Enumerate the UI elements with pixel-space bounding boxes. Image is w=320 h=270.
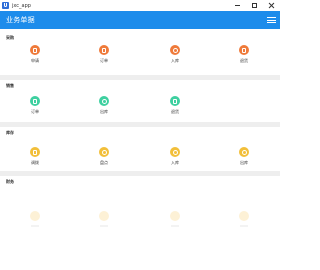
maximize-button[interactable] bbox=[246, 0, 263, 11]
item-label: 入库 bbox=[171, 160, 179, 165]
inventory-stock-in-item[interactable]: 入库 bbox=[160, 147, 190, 169]
item-label: 出库 bbox=[100, 109, 108, 114]
order-icon bbox=[30, 96, 40, 106]
app-logo-icon bbox=[2, 2, 9, 9]
inventory-count-item[interactable]: 盘点 bbox=[89, 147, 119, 169]
placeholder-label bbox=[31, 225, 39, 227]
sales-return-item[interactable]: 退货 bbox=[160, 96, 190, 118]
stock-in-icon bbox=[170, 147, 180, 157]
section-title-purchase: 采购 bbox=[6, 35, 14, 40]
finance-item-placeholder bbox=[89, 211, 119, 233]
purchase-return-item[interactable]: 退货 bbox=[229, 45, 259, 67]
section-inventory: 库存 调拨 盘点 入库 出库 bbox=[0, 127, 280, 171]
placeholder-icon bbox=[170, 211, 180, 221]
item-label: 订单 bbox=[31, 109, 39, 114]
section-title-inventory: 库存 bbox=[6, 130, 14, 135]
purchase-request-item[interactable]: 申请 bbox=[20, 45, 50, 67]
stock-out-icon bbox=[239, 147, 249, 157]
window-title: jxc_app bbox=[12, 2, 31, 9]
finance-item-placeholder bbox=[160, 211, 190, 233]
minimize-button[interactable] bbox=[229, 0, 246, 11]
stock-in-icon bbox=[170, 45, 180, 55]
purchase-stock-in-item[interactable]: 入库 bbox=[160, 45, 190, 67]
item-label: 入库 bbox=[171, 58, 179, 63]
order-icon bbox=[99, 45, 109, 55]
section-purchase: 采购 申请 订单 入库 退货 bbox=[0, 32, 280, 75]
inventory-stock-out-item[interactable]: 出库 bbox=[229, 147, 259, 169]
item-label: 退货 bbox=[240, 58, 248, 63]
placeholder-label bbox=[240, 225, 248, 227]
window-controls bbox=[229, 0, 280, 11]
item-label: 出库 bbox=[240, 160, 248, 165]
section-title-finance: 财务 bbox=[6, 179, 14, 184]
return-icon bbox=[239, 45, 249, 55]
section-finance: 财务 bbox=[0, 176, 280, 270]
sales-stock-out-item[interactable]: 出库 bbox=[89, 96, 119, 118]
page-title: 业务单据 bbox=[6, 16, 35, 24]
sales-order-item[interactable]: 订单 bbox=[20, 96, 50, 118]
item-label: 申请 bbox=[31, 58, 39, 63]
placeholder-icon bbox=[30, 211, 40, 221]
inventory-icon bbox=[99, 147, 109, 157]
purchase-order-item[interactable]: 订单 bbox=[89, 45, 119, 67]
close-button[interactable] bbox=[263, 0, 280, 11]
placeholder-icon bbox=[239, 211, 249, 221]
item-label: 退货 bbox=[171, 109, 179, 114]
cart-icon bbox=[30, 45, 40, 55]
return-icon bbox=[170, 96, 180, 106]
placeholder-label bbox=[100, 225, 108, 227]
placeholder-icon bbox=[99, 211, 109, 221]
finance-item-placeholder bbox=[20, 211, 50, 233]
item-label: 调拨 bbox=[31, 160, 39, 165]
item-label: 盘点 bbox=[100, 160, 108, 165]
inventory-transfer-item[interactable]: 调拨 bbox=[20, 147, 50, 169]
menu-icon[interactable] bbox=[267, 16, 276, 24]
app-header: 业务单据 bbox=[0, 11, 280, 29]
stock-out-icon bbox=[99, 96, 109, 106]
section-sales: 销售 订单 出库 退货 bbox=[0, 80, 280, 122]
placeholder-label bbox=[171, 225, 179, 227]
window-titlebar: jxc_app bbox=[0, 0, 280, 11]
transfer-icon bbox=[30, 147, 40, 157]
section-title-sales: 销售 bbox=[6, 83, 14, 88]
item-label: 订单 bbox=[100, 58, 108, 63]
finance-item-placeholder bbox=[229, 211, 259, 233]
